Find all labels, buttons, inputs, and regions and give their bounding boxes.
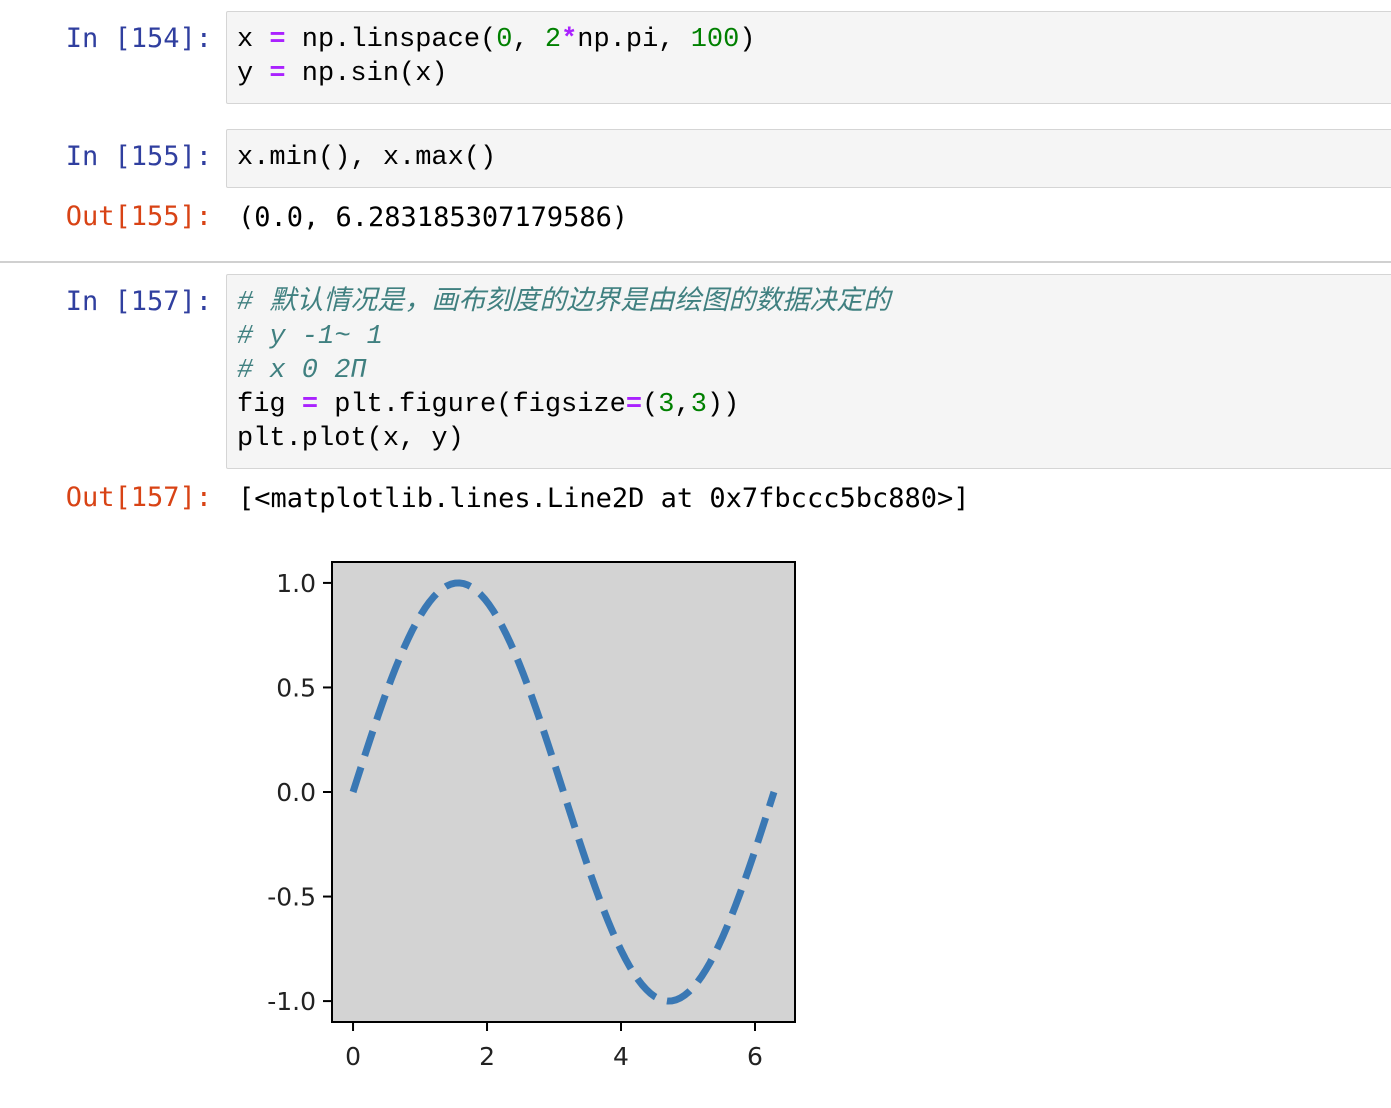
input-prompt-157: In [157]: bbox=[65, 286, 212, 317]
output-prompt-155: Out[155]: bbox=[65, 201, 212, 232]
code-cell-154[interactable]: x = np.linspace(0, 2*np.pi, 100) y = np.… bbox=[226, 11, 1391, 104]
y-tick-label: 0.0 bbox=[276, 778, 316, 807]
output-text-157: [<matplotlib.lines.Line2D at 0x7fbccc5bc… bbox=[238, 483, 970, 514]
input-prompt-155: In [155]: bbox=[65, 141, 212, 172]
code-line: x.min(), x.max() bbox=[237, 143, 497, 173]
code-line: x = np.linspace(0, 2*np.pi, 100) bbox=[237, 25, 756, 55]
output-prompt-157: Out[157]: bbox=[65, 482, 212, 513]
x-tick-label: 4 bbox=[613, 1042, 629, 1071]
axes-background bbox=[332, 562, 795, 1022]
cell-separator bbox=[0, 261, 1391, 263]
code-block: x = np.linspace(0, 2*np.pi, 100) y = np.… bbox=[237, 23, 756, 91]
code-cell-155[interactable]: x.min(), x.max() bbox=[226, 129, 1391, 188]
sine-plot: 1.0 0.5 0.0 -0.5 -1.0 0 2 4 6 bbox=[267, 561, 796, 1071]
output-text-155: (0.0, 6.283185307179586) bbox=[238, 202, 629, 233]
code-comment: # y -1~ 1 bbox=[237, 322, 383, 352]
y-tick-label: 0.5 bbox=[276, 673, 316, 702]
input-prompt-154: In [154]: bbox=[65, 23, 212, 54]
x-tick-label: 0 bbox=[345, 1042, 361, 1071]
y-tick-label: -0.5 bbox=[267, 883, 316, 912]
x-tick-label: 2 bbox=[479, 1042, 495, 1071]
code-cell-157[interactable]: # 默认情况是，画布刻度的边界是由绘图的数据决定的 # y -1~ 1 # x … bbox=[226, 274, 1391, 469]
y-tick-label: -1.0 bbox=[267, 987, 316, 1016]
code-comment: # 默认情况是，画布刻度的边界是由绘图的数据决定的 bbox=[237, 288, 891, 318]
code-block: x.min(), x.max() bbox=[237, 141, 496, 175]
code-line: plt.plot(x, y) bbox=[237, 424, 464, 454]
code-line: fig = plt.figure(figsize=(3,3)) bbox=[237, 390, 740, 420]
y-tick-label: 1.0 bbox=[276, 569, 316, 598]
code-line: y = np.sin(x) bbox=[237, 59, 448, 89]
code-block: # 默认情况是，画布刻度的边界是由绘图的数据决定的 # y -1~ 1 # x … bbox=[237, 286, 890, 456]
x-tick-label: 6 bbox=[747, 1042, 763, 1071]
code-comment: # x 0 2Π bbox=[237, 356, 367, 386]
